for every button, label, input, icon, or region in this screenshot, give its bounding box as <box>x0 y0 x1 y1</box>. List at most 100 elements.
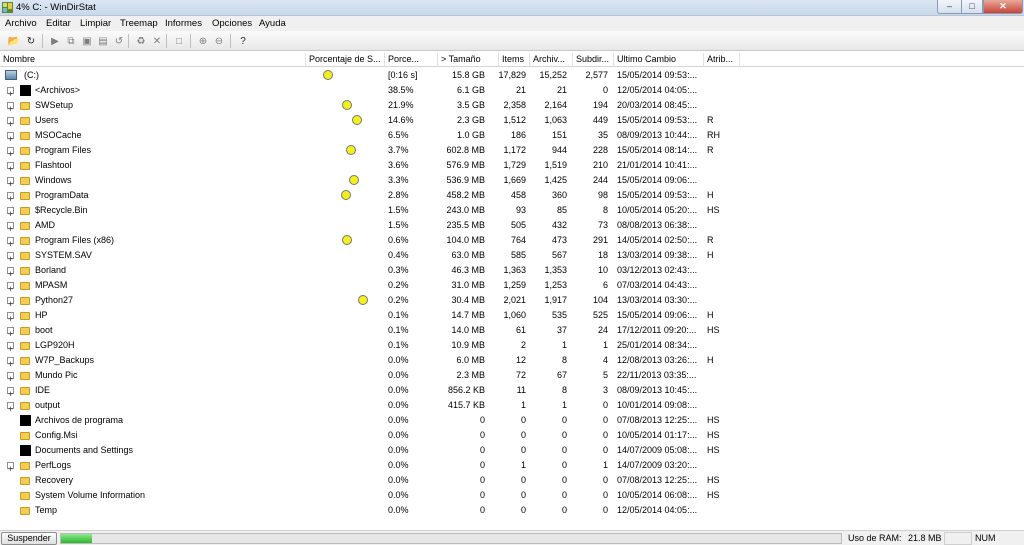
table-row[interactable]: + W7P_Backups 0.0% 6.0 MB 12 8 4 12/08/2013 03:… <box>0 353 1024 369</box>
table-row[interactable]: Temp 0.0% 0 0 0 0 12/05/2014 04:05:... <box>0 503 1024 518</box>
expand-icon[interactable]: + <box>7 237 14 249</box>
expand-icon[interactable]: + <box>7 372 14 384</box>
column-header-percent[interactable]: Porce... <box>385 53 438 67</box>
command-prompt-icon[interactable]: ▤ <box>96 34 110 48</box>
table-row[interactable]: + Program Files (x86) 0.6% 104.0 MB 764 473 29… <box>0 233 1024 249</box>
menu-ayuda[interactable]: Ayuda <box>259 18 286 29</box>
cell-attrs: H <box>707 190 714 200</box>
cell-subdirs: 0 <box>602 400 608 410</box>
expand-icon[interactable]: + <box>7 222 14 234</box>
minimize-button[interactable]: ‒ <box>937 0 961 14</box>
expand-icon[interactable]: + <box>7 327 14 339</box>
column-header-name[interactable]: Nombre <box>0 53 306 67</box>
expand-icon[interactable]: + <box>7 462 14 474</box>
cell-modified: 14/05/2014 02:50:... <box>617 235 698 245</box>
expand-icon[interactable]: + <box>7 102 14 114</box>
column-header-subtree-percent[interactable]: Porcentaje de S... <box>306 53 385 67</box>
table-row[interactable]: + Flashtool 3.6% 576.9 MB 1,729 1,519 210 21/01… <box>0 158 1024 174</box>
table-row[interactable]: + SWSetup 21.9% 3.5 GB 2,358 2,164 194 20/03/20… <box>0 98 1024 114</box>
table-row[interactable]: System Volume Information 0.0% 0 0 0 0 10/05/2… <box>0 488 1024 503</box>
cell-items: 0 <box>520 505 526 515</box>
expand-icon[interactable]: + <box>7 192 14 204</box>
expand-icon[interactable]: + <box>7 402 14 414</box>
table-row[interactable]: + output 0.0% 415.7 KB 1 1 0 10/01/2014 09:08:.… <box>0 398 1024 414</box>
refresh-all-icon[interactable]: ↻ <box>24 34 38 48</box>
maximize-button[interactable]: □ <box>961 0 983 14</box>
expand-icon[interactable]: + <box>7 177 14 189</box>
cell-attrs: HS <box>707 205 720 215</box>
menu-treemap[interactable]: Treemap <box>120 18 158 29</box>
properties-icon[interactable]: □ <box>172 34 186 48</box>
copy-icon[interactable]: ⧉ <box>64 34 78 48</box>
table-row[interactable]: + IDE 0.0% 856.2 KB 11 8 3 08/09/2013 10:45:... <box>0 383 1024 399</box>
table-row[interactable]: + MSOCache 6.5% 1.0 GB 186 151 35 08/09/2013 10… <box>0 128 1024 144</box>
table-row[interactable]: + Windows 3.3% 536.9 MB 1,669 1,425 244 15/05/2… <box>0 173 1024 189</box>
expand-icon[interactable]: + <box>7 312 14 324</box>
toolbar: 📂 ↻ ▶ ⧉ ▣ ▤ ↺ ♻ ✕ □ ⊕ ⊖? <box>0 31 1024 51</box>
zoom-in-icon[interactable]: ⊕ <box>196 34 210 48</box>
table-row[interactable]: + AMD 1.5% 235.5 MB 505 432 73 08/08/2013 06:38… <box>0 218 1024 234</box>
cell-items: 0 <box>520 475 526 485</box>
expand-icon[interactable]: + <box>7 357 14 369</box>
column-header-files[interactable]: Archiv... <box>530 53 573 67</box>
delete-icon[interactable]: ✕ <box>150 34 164 48</box>
table-row[interactable]: + <Archivos> 38.5% 6.1 GB 21 21 0 12/05/2014 04… <box>0 83 1024 99</box>
refresh-icon[interactable]: ↺ <box>112 34 126 48</box>
open-icon[interactable]: 📂 <box>7 34 21 48</box>
cell-subdirs: 0 <box>602 505 608 515</box>
suspend-button[interactable]: Suspender <box>1 532 57 545</box>
expand-icon[interactable]: + <box>7 282 14 294</box>
table-row-root[interactable]: (C:) [0:16 s] 15.8 GB 17,829 15,252 2,577 15/0… <box>0 68 1024 83</box>
recycle-icon[interactable]: ♻ <box>134 34 148 48</box>
close-button[interactable]: ✕ <box>983 0 1023 14</box>
expand-icon[interactable]: + <box>7 207 14 219</box>
cell-modified: 14/07/2009 05:08:... <box>617 445 698 455</box>
table-row[interactable]: Config.Msi 0.0% 0 0 0 0 10/05/2014 01:17:... HS <box>0 428 1024 443</box>
column-header-size[interactable]: > Tamaño <box>438 53 499 67</box>
expand-icon[interactable]: + <box>7 297 14 309</box>
table-row[interactable]: + MPASM 0.2% 31.0 MB 1,259 1,253 6 07/03/2014 0… <box>0 278 1024 294</box>
column-header-attributes[interactable]: Atrib... <box>704 53 740 67</box>
table-row[interactable]: + SYSTEM.SAV 0.4% 63.0 MB 585 567 18 13/03/2014… <box>0 248 1024 264</box>
table-row[interactable]: + boot 0.1% 14.0 MB 61 37 24 17/12/2011 09:20:.… <box>0 323 1024 339</box>
expand-icon[interactable]: + <box>7 132 14 144</box>
column-header-subdirs[interactable]: Subdir... <box>573 53 614 67</box>
menu-archivo[interactable]: Archivo <box>5 18 37 29</box>
menu-editar[interactable]: Editar <box>46 18 71 29</box>
play-icon[interactable]: ▶ <box>48 34 62 48</box>
menu-informes[interactable]: Informes <box>165 18 202 29</box>
expand-icon[interactable]: + <box>7 252 14 264</box>
cell-size: 46.3 MB <box>451 265 485 275</box>
table-row[interactable]: Archivos de programa 0.0% 0 0 0 0 07/08/2013 1… <box>0 413 1024 428</box>
explorer-icon[interactable]: ▣ <box>80 34 94 48</box>
menu-limpiar[interactable]: Limpiar <box>80 18 111 29</box>
expand-icon[interactable]: + <box>7 162 14 174</box>
table-row[interactable]: + PerfLogs 0.0% 0 1 0 1 14/07/2009 03:20:... <box>0 458 1024 474</box>
cell-items: 2,021 <box>503 295 526 305</box>
menu-opciones[interactable]: Opciones <box>212 18 252 29</box>
table-row[interactable]: + ProgramData 2.8% 458.2 MB 458 360 98 15/05/20… <box>0 188 1024 204</box>
table-row[interactable]: + Borland 0.3% 46.3 MB 1,363 1,353 10 03/12/201… <box>0 263 1024 279</box>
column-header-last-change[interactable]: Ultimo Cambio <box>614 53 704 67</box>
table-row[interactable]: + HP 0.1% 14.7 MB 1,060 535 525 15/05/2014 09:0… <box>0 308 1024 324</box>
expand-icon[interactable]: + <box>7 267 14 279</box>
table-row[interactable]: + Users 14.6% 2.3 GB 1,512 1,063 449 15/05/2014… <box>0 113 1024 129</box>
expand-icon[interactable]: + <box>7 342 14 354</box>
expand-icon[interactable]: + <box>7 387 14 399</box>
table-row[interactable]: + LGP920H 0.1% 10.9 MB 2 1 1 25/01/2014 08:34:.… <box>0 338 1024 354</box>
table-row[interactable]: + Mundo Pic 0.0% 2.3 MB 72 67 5 22/11/2013 03:3… <box>0 368 1024 384</box>
column-header-items[interactable]: Items <box>499 53 530 67</box>
cell-files: 151 <box>551 130 567 140</box>
table-row[interactable]: + Python27 0.2% 30.4 MB 2,021 1,917 104 13/03/2… <box>0 293 1024 309</box>
zoom-out-icon[interactable]: ⊖ <box>212 34 226 48</box>
title-bar: 4% C: - WinDirStat ‒ □ ✕ <box>0 0 1024 16</box>
table-row[interactable]: + $Recycle.Bin 1.5% 243.0 MB 93 85 8 10/05/2014… <box>0 203 1024 219</box>
cell-files: 0 <box>561 430 567 440</box>
expand-icon[interactable]: + <box>7 87 14 99</box>
table-row[interactable]: Recovery 0.0% 0 0 0 0 07/08/2013 12:25:... HS <box>0 473 1024 488</box>
table-row[interactable]: Documents and Settings 0.0% 0 0 0 0 14/07/2009… <box>0 443 1024 458</box>
expand-icon[interactable]: + <box>7 147 14 159</box>
expand-icon[interactable]: + <box>7 117 14 129</box>
table-row[interactable]: + Program Files 3.7% 602.8 MB 1,172 944 228 15/… <box>0 143 1024 159</box>
help-icon[interactable]: ? <box>236 34 250 48</box>
